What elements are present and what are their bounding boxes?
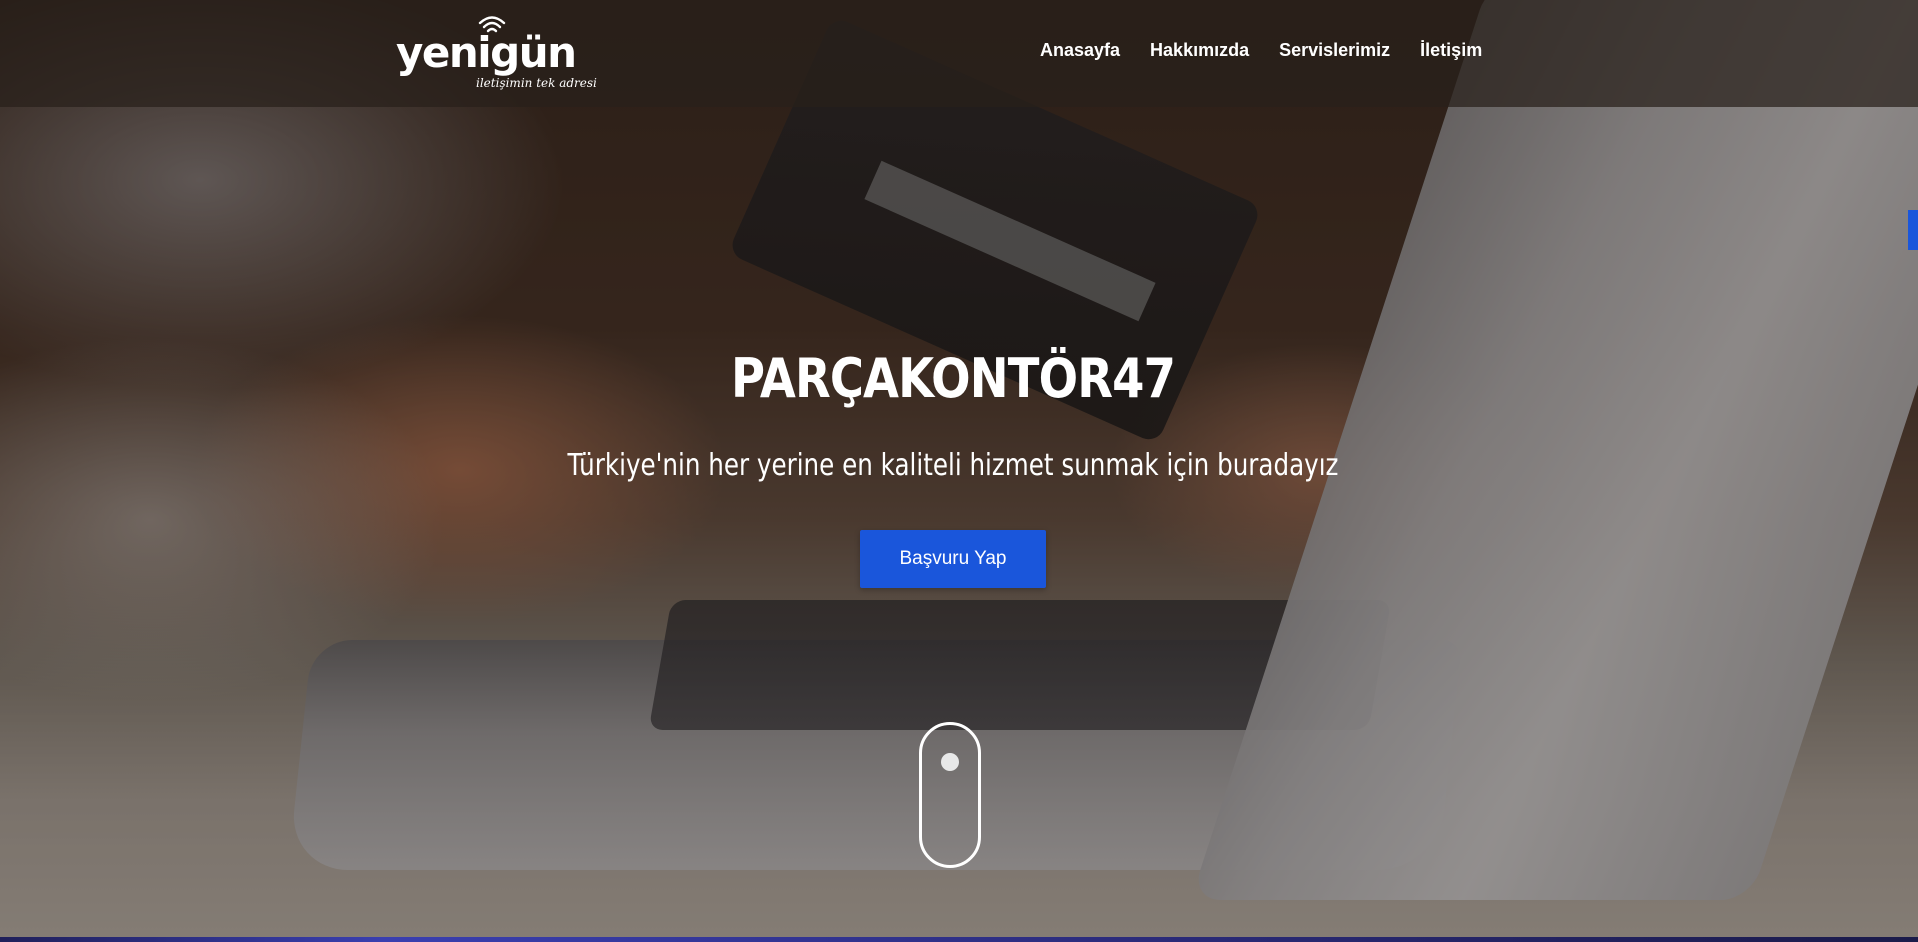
right-edge-accent xyxy=(1908,210,1918,250)
logo-wordmark: yenigün xyxy=(396,28,577,77)
hero-title: PARÇAKONTÖR47 xyxy=(730,347,1176,410)
bottom-edge-strip xyxy=(0,937,1918,942)
logo-tagline: iletişimin tek adresi xyxy=(476,76,597,90)
scroll-dot xyxy=(941,753,959,771)
main-nav: Anasayfa Hakkımızda Servislerimiz İletiş… xyxy=(1040,40,1482,61)
logo[interactable]: yenigün iletişimin tek adresi xyxy=(396,14,606,94)
nav-item-servislerimiz[interactable]: Servislerimiz xyxy=(1279,40,1390,61)
nav-item-anasayfa[interactable]: Anasayfa xyxy=(1040,40,1120,61)
mouse-scroll-icon[interactable] xyxy=(919,722,981,868)
hero-subtitle: Türkiye'nin her yerine en kaliteli hizme… xyxy=(567,448,1339,483)
apply-button[interactable]: Başvuru Yap xyxy=(860,530,1046,588)
navbar: yenigün iletişimin tek adresi Anasayfa H… xyxy=(0,0,1918,107)
nav-item-hakkimizda[interactable]: Hakkımızda xyxy=(1150,40,1249,61)
nav-item-iletisim[interactable]: İletişim xyxy=(1420,40,1482,61)
hero-section: yenigün iletişimin tek adresi Anasayfa H… xyxy=(0,0,1918,942)
